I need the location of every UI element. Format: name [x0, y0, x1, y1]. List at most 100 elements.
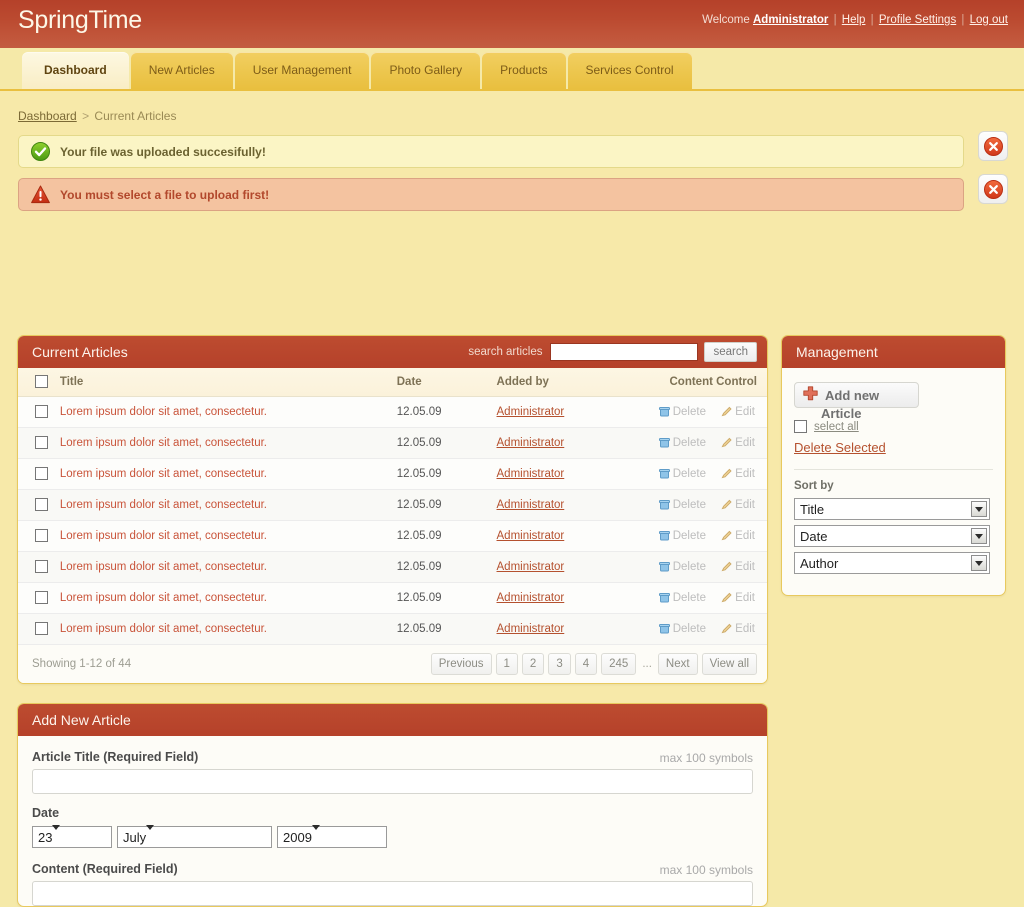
row-checkbox[interactable] [35, 498, 49, 511]
edit-link[interactable]: Edit [721, 406, 755, 418]
edit-link[interactable]: Edit [721, 437, 755, 449]
row-checkbox[interactable] [35, 467, 49, 480]
pagination-next[interactable]: Next [657, 652, 698, 675]
edit-link[interactable]: Edit [721, 530, 755, 542]
pagination-page-2[interactable]: 2 [521, 652, 545, 675]
article-title-link[interactable]: Lorem ipsum dolor sit amet, consectetur. [60, 592, 267, 604]
added-by-link[interactable]: Administrator [497, 437, 565, 449]
row-title-cell: Lorem ipsum dolor sit amet, consectetur. [59, 427, 397, 459]
pagination-previous[interactable]: Previous [430, 652, 492, 675]
row-content-control-cell: Delete Edit [631, 427, 767, 459]
edit-link[interactable]: Edit [721, 623, 755, 635]
chevron-down-icon[interactable] [146, 824, 155, 845]
row-checkbox[interactable] [35, 622, 49, 635]
column-header-date[interactable]: Date [396, 368, 497, 397]
row-checkbox[interactable] [35, 436, 49, 449]
tab-user-management[interactable]: User Management [234, 52, 370, 89]
pagination-page-1[interactable]: 1 [495, 652, 518, 675]
delete-link[interactable]: Delete [658, 561, 706, 573]
delete-link[interactable]: Delete [658, 406, 706, 418]
article-title-link[interactable]: Lorem ipsum dolor sit amet, consectetur. [60, 561, 267, 573]
search-button[interactable]: search [704, 342, 757, 362]
added-by-link[interactable]: Administrator [497, 561, 565, 573]
pagination-page-4[interactable]: 4 [574, 652, 598, 675]
admin-link[interactable]: Administrator [753, 14, 828, 26]
sort-select-title[interactable]: Title [794, 498, 990, 520]
edit-link[interactable]: Edit [721, 592, 755, 604]
article-title-link[interactable]: Lorem ipsum dolor sit amet, consectetur. [60, 406, 267, 418]
added-by-link[interactable]: Administrator [497, 499, 565, 511]
delete-link[interactable]: Delete [658, 437, 706, 449]
article-title-input[interactable] [32, 769, 753, 794]
alert-close-button-success[interactable] [978, 131, 1008, 161]
article-title-link[interactable]: Lorem ipsum dolor sit amet, consectetur. [60, 468, 267, 480]
logout-link[interactable]: Log out [970, 14, 1008, 26]
row-checkbox[interactable] [35, 405, 49, 418]
management-header: Management [782, 336, 1005, 368]
header-select-all-checkbox[interactable] [35, 375, 49, 389]
profile-settings-link[interactable]: Profile Settings [879, 14, 956, 26]
help-link[interactable]: Help [842, 14, 866, 26]
date-year-select[interactable]: 2009 [277, 824, 387, 848]
trash-icon [658, 592, 670, 602]
sort-select-author[interactable]: Author [794, 552, 990, 574]
date-month-select[interactable]: July [117, 824, 272, 848]
add-new-article-header: Add New Article [18, 704, 767, 736]
tab-photo-gallery[interactable]: Photo Gallery [371, 52, 481, 89]
column-header-title[interactable]: Title [59, 368, 397, 397]
tab-products[interactable]: Products [482, 52, 566, 89]
chevron-down-icon[interactable] [971, 555, 987, 571]
row-checkbox-cell [18, 520, 60, 552]
edit-link[interactable]: Edit [721, 561, 755, 573]
added-by-link[interactable]: Administrator [497, 530, 565, 542]
row-title-cell: Lorem ipsum dolor sit amet, consectetur. [59, 582, 397, 614]
article-title-link[interactable]: Lorem ipsum dolor sit amet, consectetur. [60, 499, 267, 511]
alert-close-button-warning[interactable] [978, 174, 1008, 204]
delete-selected-link[interactable]: Delete Selected [794, 440, 886, 455]
date-day-select[interactable]: 23 [32, 824, 112, 848]
select-all-label[interactable]: select all [814, 421, 859, 433]
sort-select-date[interactable]: Date [794, 525, 990, 547]
tab-new-articles[interactable]: New Articles [130, 52, 233, 89]
added-by-link[interactable]: Administrator [497, 623, 565, 635]
chevron-down-icon[interactable] [971, 528, 987, 544]
breadcrumb-dashboard[interactable]: Dashboard [18, 109, 77, 123]
select-all-checkbox[interactable] [794, 420, 807, 433]
articles-table: Title Date Added by Content Control Lore… [18, 368, 767, 645]
edit-link[interactable]: Edit [721, 468, 755, 480]
pagination-page-245[interactable]: 245 [601, 652, 637, 675]
articles-table-body: Lorem ipsum dolor sit amet, consectetur.… [18, 396, 767, 645]
added-by-link[interactable]: Administrator [497, 468, 565, 480]
row-date-cell: 12.05.09 [396, 427, 497, 459]
delete-link[interactable]: Delete [658, 499, 706, 511]
table-row: Lorem ipsum dolor sit amet, consectetur.… [18, 458, 767, 490]
row-added-by-cell: Administrator [496, 582, 632, 614]
delete-link[interactable]: Delete [658, 592, 706, 604]
edit-link[interactable]: Edit [721, 499, 755, 511]
article-title-link[interactable]: Lorem ipsum dolor sit amet, consectetur. [60, 623, 267, 635]
pagination-page-3[interactable]: 3 [548, 652, 571, 675]
added-by-link[interactable]: Administrator [497, 592, 565, 604]
chevron-down-icon[interactable] [971, 501, 987, 517]
tab-services-control[interactable]: Services Control [567, 52, 692, 89]
add-new-article-button[interactable]: Add new [794, 382, 919, 408]
chevron-down-icon[interactable] [52, 824, 61, 845]
trash-icon [658, 437, 670, 447]
row-checkbox[interactable] [35, 529, 49, 542]
row-checkbox[interactable] [35, 560, 49, 573]
search-input[interactable] [550, 343, 699, 361]
delete-link[interactable]: Delete [658, 623, 706, 635]
delete-link[interactable]: Delete [658, 468, 706, 480]
content-input[interactable] [32, 881, 753, 906]
article-title-link[interactable]: Lorem ipsum dolor sit amet, consectetur. [60, 530, 267, 542]
row-checkbox[interactable] [35, 591, 49, 604]
chevron-down-icon[interactable] [311, 824, 320, 845]
added-by-link[interactable]: Administrator [497, 406, 565, 418]
tab-dashboard[interactable]: Dashboard [22, 52, 129, 89]
delete-link[interactable]: Delete [658, 530, 706, 542]
trash-icon [658, 406, 670, 416]
column-header-added-by[interactable]: Added by [496, 368, 632, 397]
article-title-link[interactable]: Lorem ipsum dolor sit amet, consectetur. [60, 437, 267, 449]
pagination-view-all[interactable]: View all [701, 652, 757, 675]
article-title-required-note: (Required Field) [103, 750, 199, 764]
